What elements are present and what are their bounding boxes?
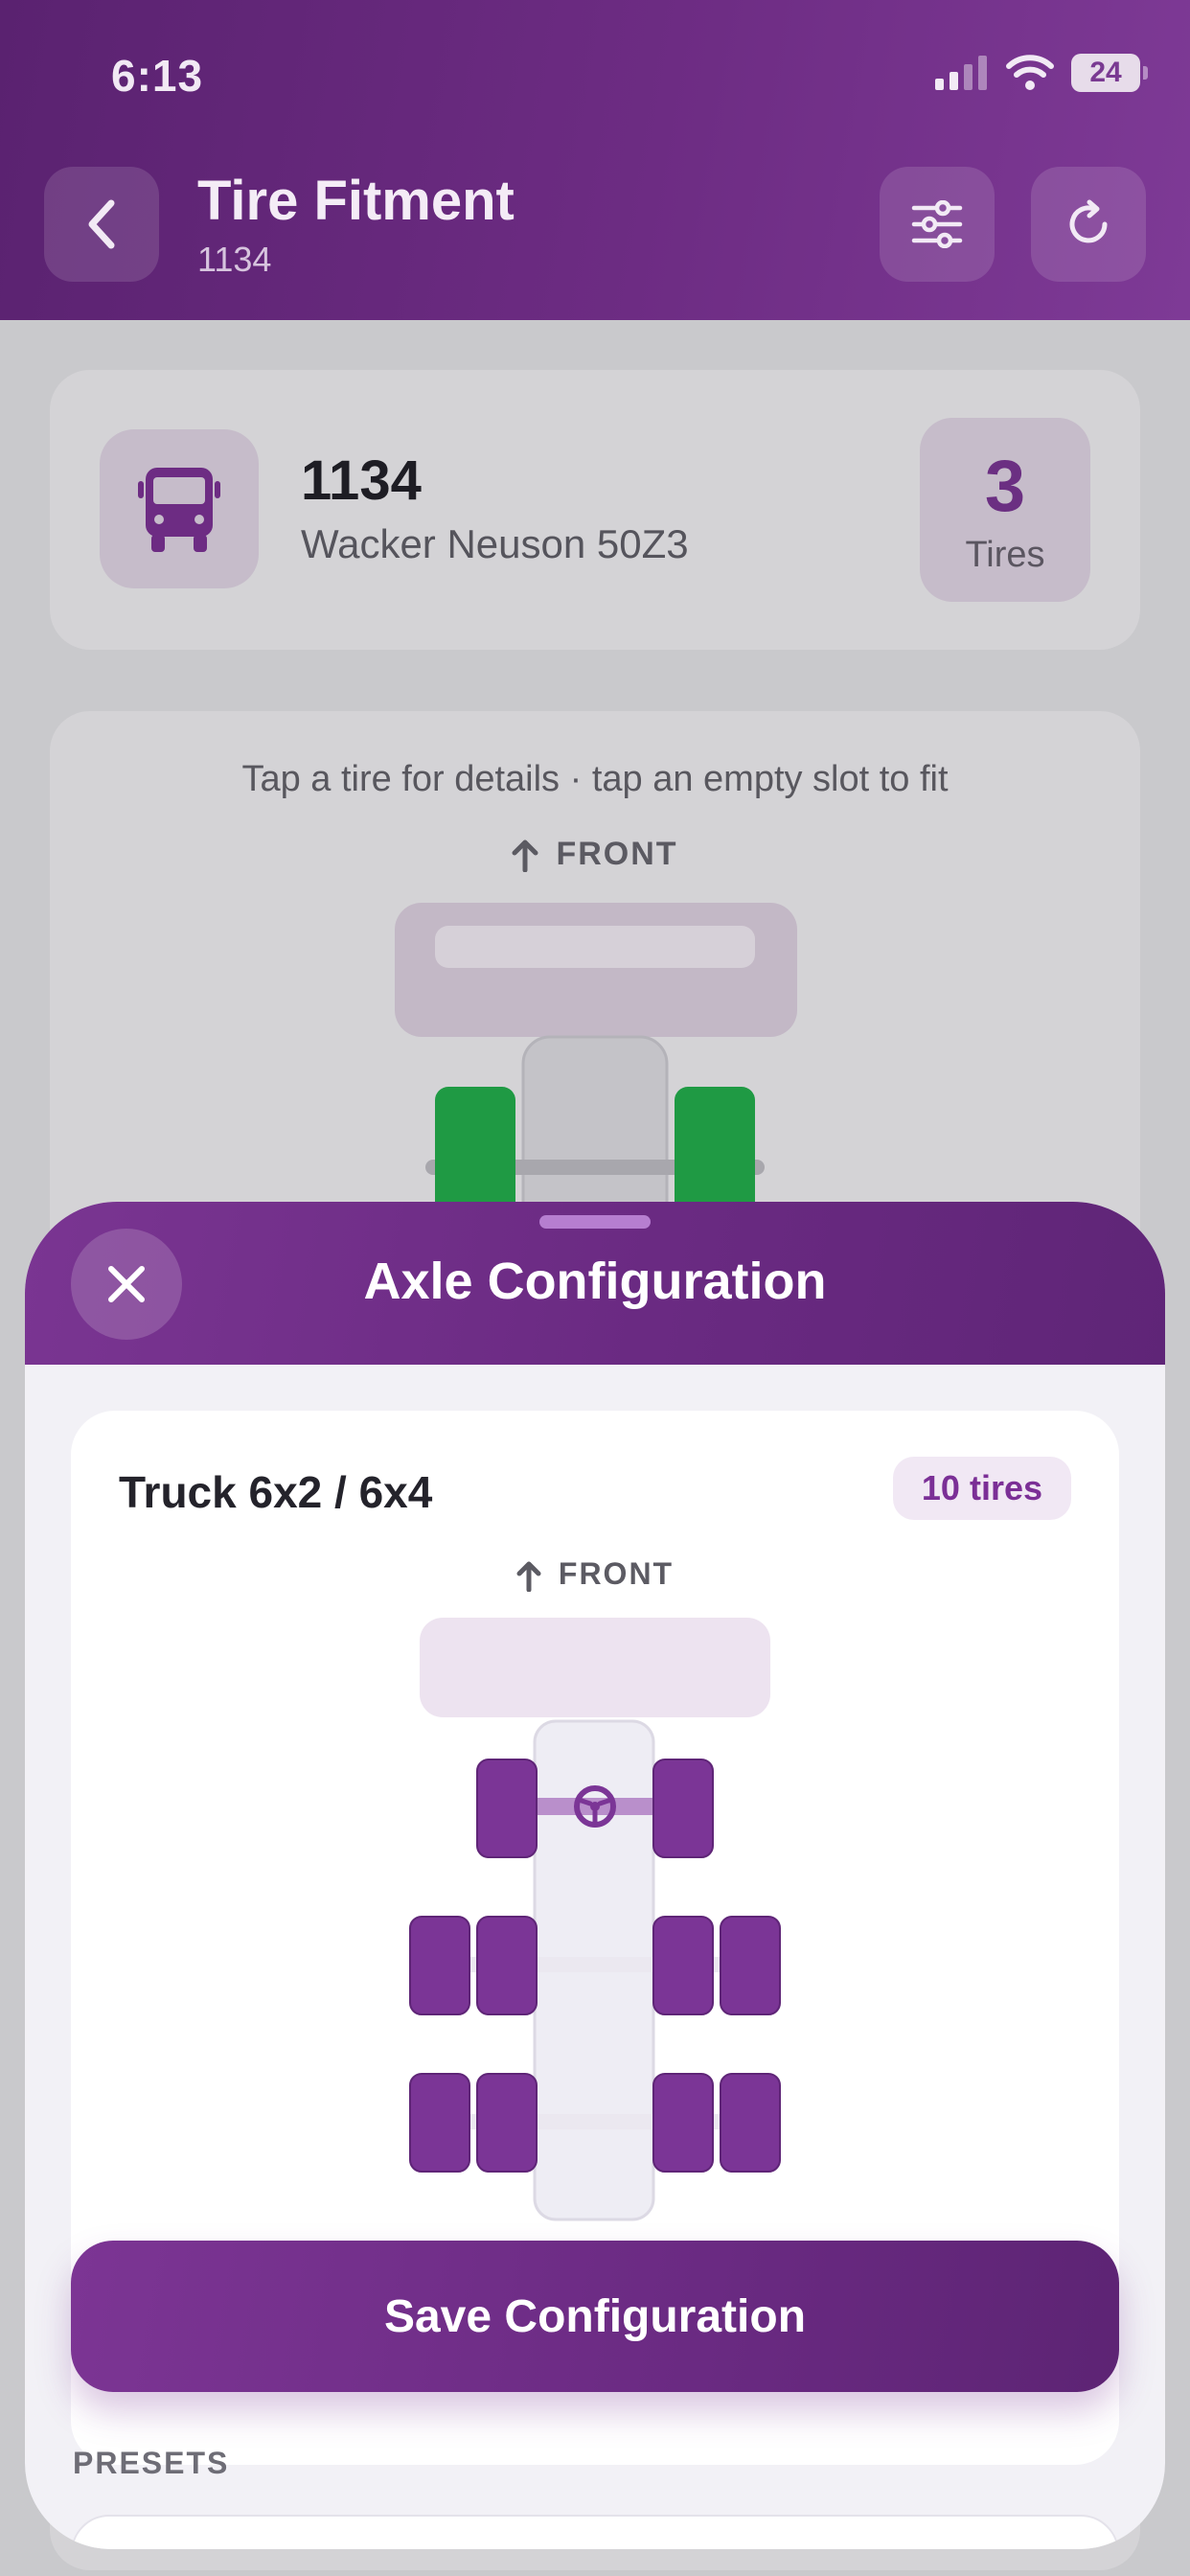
presets-section-label: PRESETS	[73, 2446, 230, 2480]
preset-item[interactable]	[71, 2515, 1119, 2549]
tire-drive2-right-outer[interactable]	[720, 2073, 781, 2173]
tire-count-number: 3	[984, 446, 1026, 527]
axle-configuration-sheet: Axle Configuration Truck 6x2 / 6x4 10 ti…	[25, 1202, 1165, 2549]
filter-button[interactable]	[880, 167, 995, 282]
map-chassis	[521, 1035, 669, 1209]
sheet-header: Axle Configuration	[25, 1202, 1165, 1365]
vehicle-card: 1134 Wacker Neuson 50Z3 3 Tires	[50, 370, 1140, 650]
refresh-button[interactable]	[1031, 167, 1146, 282]
page-title: Tire Fitment	[197, 170, 515, 232]
wifi-icon	[1006, 54, 1054, 92]
status-time: 6:13	[111, 51, 204, 101]
tire-drive2-right-inner[interactable]	[652, 2073, 714, 2173]
sliders-icon	[910, 200, 964, 248]
tire-drive1-left-outer[interactable]	[409, 1916, 470, 2015]
sheet-title: Axle Configuration	[363, 1253, 827, 1310]
tire-slot-front-left[interactable]	[435, 1087, 515, 1209]
app-header: 6:13 24 Tire Fitment 1134	[0, 0, 1190, 320]
tire-drive1-right-inner[interactable]	[652, 1916, 714, 2015]
truck-cab	[420, 1618, 770, 1717]
tire-drive1-right-outer[interactable]	[720, 1916, 781, 2015]
tire-count-badge: 3 Tires	[920, 418, 1090, 602]
tire-steer-right[interactable]	[652, 1759, 714, 1858]
tire-drive1-left-inner[interactable]	[476, 1916, 538, 2015]
page-subtitle: 1134	[197, 240, 272, 279]
sheet-grabber[interactable]	[539, 1215, 651, 1229]
chevron-left-icon	[82, 197, 121, 251]
signal-icon	[935, 54, 989, 92]
vehicle-id: 1134	[301, 449, 422, 512]
map-cab	[395, 903, 797, 1037]
status-icons: 24	[935, 54, 1148, 92]
tire-drive2-left-inner[interactable]	[476, 2073, 538, 2173]
refresh-icon	[1063, 198, 1114, 250]
tire-steer-left[interactable]	[476, 1759, 538, 1858]
vehicle-diagram	[395, 903, 797, 1209]
vehicle-icon-box	[100, 429, 259, 588]
vehicle-model: Wacker Neuson 50Z3	[301, 521, 689, 566]
save-configuration-button[interactable]: Save Configuration	[71, 2241, 1119, 2392]
back-button[interactable]	[44, 167, 159, 282]
tire-count-label: Tires	[965, 535, 1045, 575]
map-cab-window	[435, 926, 755, 968]
bus-icon	[138, 464, 220, 554]
tire-drive2-left-outer[interactable]	[409, 2073, 470, 2173]
tire-slot-front-right[interactable]	[675, 1087, 755, 1209]
battery-indicator: 24	[1071, 54, 1148, 92]
